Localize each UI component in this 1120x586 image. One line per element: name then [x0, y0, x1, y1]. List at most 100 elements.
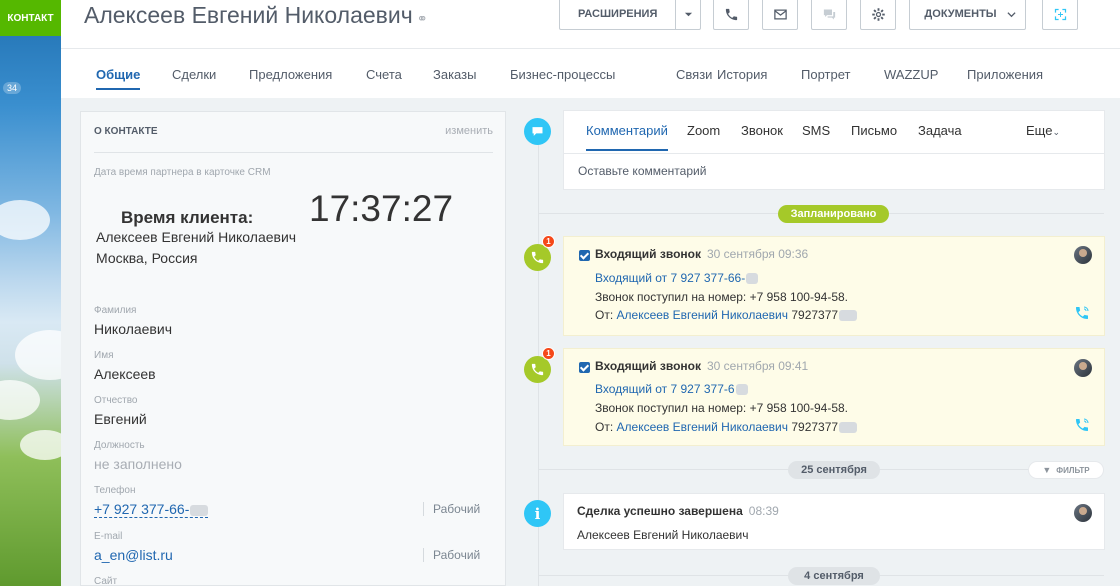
firstname-value: Алексеев [94, 366, 156, 382]
lastname-value: Николаевич [94, 321, 172, 337]
event-date: 30 сентября 09:41 [706, 359, 809, 373]
from-label: От: [595, 308, 614, 322]
client-time-label: Время клиента: [121, 208, 254, 227]
task-checkbox[interactable] [579, 250, 590, 261]
deal-card: Сделка успешно завершена 08:39 Алексеев Е… [563, 493, 1105, 550]
split-divider [675, 0, 676, 29]
contact-tab[interactable]: КОНТАКТ [0, 0, 61, 36]
call-number-text: Звонок поступил на номер: +7 958 100-94-… [595, 290, 849, 304]
info-icon: i [534, 504, 541, 523]
tab-quotes[interactable]: Предложения [249, 67, 332, 82]
chevron-down-icon[interactable] [684, 10, 693, 19]
fullscreen-button[interactable] [1042, 0, 1078, 30]
tab-business-processes[interactable]: Бизнес-процессы [510, 67, 615, 82]
copy-link-icon[interactable]: ⚭ [417, 11, 428, 26]
incoming-call-card: Входящий звонок 30 сентября 09:41 Входящи… [563, 348, 1105, 446]
from-phone: 7927377 [791, 420, 839, 434]
event-title-text: Входящий звонок [595, 359, 701, 373]
redacted-mask [839, 310, 858, 322]
task-checkbox[interactable] [579, 362, 590, 373]
tab-comment[interactable]: Комментарий [586, 123, 668, 151]
event-date: 30 сентября 09:36 [706, 247, 809, 261]
divider [564, 153, 1104, 154]
section-tabs: Общие Сделки Предложения Счета Заказы Би… [61, 48, 1120, 98]
tab-orders[interactable]: Заказы [433, 67, 476, 82]
tab-more[interactable]: Еще⌄ [1026, 123, 1060, 138]
info-dot: i [524, 500, 551, 527]
from-phone: 7927377 [791, 308, 839, 322]
redacted-mask [735, 384, 748, 396]
section-heading: О КОНТАКТЕ [94, 126, 158, 137]
comment-dot [524, 118, 551, 145]
avatar[interactable] [1074, 504, 1092, 522]
tab-general[interactable]: Общие [96, 67, 141, 90]
date-separator: 25 сентября [788, 461, 880, 479]
field-label: Фамилия [94, 305, 137, 316]
tab-history[interactable]: История [717, 67, 767, 82]
field-label: Сайт [94, 576, 118, 586]
call-from: От: Алексеев Евгений Николаевич 7927377 [595, 308, 858, 322]
call-dot [524, 356, 551, 383]
field-label: Телефон [94, 485, 136, 496]
extensions-label: РАСШИРЕНИЯ [578, 8, 658, 20]
more-label: Еще [1026, 123, 1053, 138]
phone-button[interactable] [713, 0, 749, 30]
incoming-call-card: Входящий звонок 30 сентября 09:36 Входящи… [563, 236, 1105, 336]
date-separator: 4 сентября [788, 567, 880, 585]
event-title: Входящий звонок 30 сентября 09:36 [595, 247, 808, 261]
email-type: Рабочий [423, 548, 480, 562]
phone-link[interactable]: +7 927 377-66- [94, 501, 209, 518]
event-title: Входящий звонок 30 сентября 09:41 [595, 359, 808, 373]
tab-zoom[interactable]: Zoom [687, 123, 720, 138]
tab-apps[interactable]: Приложения [967, 67, 1043, 82]
edit-link[interactable]: изменить [445, 125, 493, 137]
tab-deals[interactable]: Сделки [172, 67, 216, 82]
comment-input[interactable]: Оставьте комментарий [578, 164, 706, 178]
extensions-button[interactable]: РАСШИРЕНИЯ [559, 0, 701, 30]
page-title: Алексеев Евгений Николаевич ⚭ [84, 2, 428, 28]
call-link[interactable]: Входящий от 7 927 377-66- [595, 271, 759, 285]
tab-email[interactable]: Письмо [851, 123, 897, 138]
client-clock: 17:37:27 [309, 188, 454, 229]
tab-invoices[interactable]: Счета [366, 67, 402, 82]
phone-call-icon[interactable] [1074, 417, 1090, 433]
phone-text: +7 927 377-66- [94, 501, 190, 517]
avatar[interactable] [1074, 246, 1092, 264]
deal-title: Сделка успешно завершена [577, 504, 743, 518]
divider [94, 152, 493, 153]
email-button[interactable] [762, 0, 798, 30]
call-number-text: Звонок поступил на номер: +7 958 100-94-… [595, 401, 849, 415]
tab-wazzup[interactable]: WAZZUP [884, 67, 938, 82]
field-label: E-mail [94, 531, 123, 542]
filter-icon: ▼ [1042, 465, 1052, 475]
from-label: От: [595, 420, 614, 434]
tab-portrait[interactable]: Портрет [801, 67, 850, 82]
tab-task[interactable]: Задача [918, 123, 962, 138]
phone-icon [531, 363, 544, 376]
chevron-down-icon [1007, 11, 1016, 17]
chat-icon [823, 9, 835, 19]
tab-sms[interactable]: SMS [802, 123, 830, 138]
phone-call-icon[interactable] [1074, 305, 1090, 321]
tab-call[interactable]: Звонок [741, 123, 783, 138]
call-link[interactable]: Входящий от 7 927 377-6 [595, 382, 748, 396]
settings-button[interactable] [860, 0, 896, 30]
counter-badge: 1 [542, 347, 555, 360]
contact-link[interactable]: Алексеев Евгений Николаевич [617, 308, 789, 322]
partner-time-label: Дата время партнера в карточке CRM [94, 167, 271, 178]
phone-type: Рабочий [423, 502, 480, 516]
contact-link[interactable]: Алексеев Евгений Николаевич [617, 420, 789, 434]
tab-relations[interactable]: Связи [676, 67, 712, 82]
avatar[interactable] [1074, 359, 1092, 377]
client-name: Алексеев Евгений Николаевич [96, 229, 297, 245]
call-from: От: Алексеев Евгений Николаевич 7927377 [595, 420, 858, 434]
filter-button[interactable]: ▼ ФИЛЬТР [1028, 461, 1104, 479]
email-link[interactable]: a_en@list.ru [94, 547, 173, 563]
planned-label: Запланировано [778, 205, 889, 223]
left-counter-badge: 34 [3, 82, 22, 94]
expand-icon [1054, 8, 1066, 20]
documents-button[interactable]: ДОКУМЕНТЫ [909, 0, 1026, 30]
page-header: Алексеев Евгений Николаевич ⚭ РАСШИРЕНИЯ … [61, 0, 1120, 48]
chat-button[interactable] [811, 0, 847, 30]
event-title-text: Входящий звонок [595, 247, 701, 261]
